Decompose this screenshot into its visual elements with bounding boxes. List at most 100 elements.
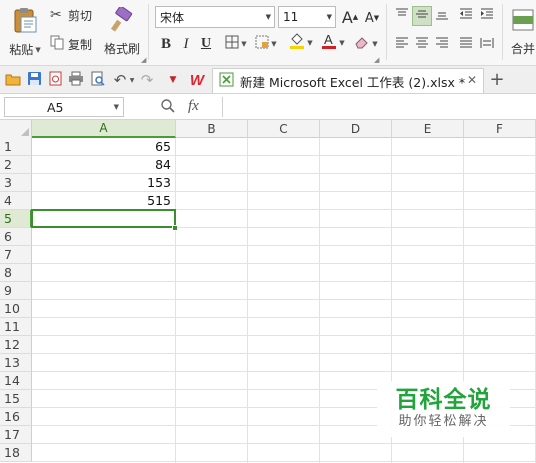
caret-down-icon: ▼ <box>373 14 380 22</box>
dialog-launcher-icon[interactable]: ◢ <box>374 56 379 64</box>
cell-style-button[interactable]: ▼ <box>252 34 280 54</box>
copy-label: 复制 <box>68 37 93 52</box>
table-row <box>32 336 536 354</box>
name-box[interactable]: A5 ▼ <box>4 97 124 117</box>
clear-format-button[interactable]: ▼ <box>352 34 380 54</box>
fill-color-button[interactable]: ▼ <box>286 33 316 53</box>
redo-button[interactable]: ↷ <box>138 71 156 89</box>
bold-button[interactable]: B <box>156 34 176 54</box>
decrease-font-button[interactable]: A ▼ <box>362 8 382 28</box>
cell-a4[interactable]: 515 <box>32 192 175 210</box>
row-header-16[interactable]: 16 <box>0 408 32 426</box>
document-title: 新建 Microsoft Excel 工作表 (2).xlsx * <box>240 74 466 90</box>
brush-icon <box>109 5 135 36</box>
cut-label: 剪切 <box>68 8 93 23</box>
merge-center-button[interactable]: 合并 <box>508 3 536 61</box>
underline-label: U <box>200 36 212 51</box>
copy-icon <box>50 35 68 53</box>
paste-button[interactable]: 粘贴 ▼ <box>4 3 46 61</box>
active-cell-selection[interactable] <box>31 209 176 228</box>
row-header-2[interactable]: 2 <box>0 156 32 174</box>
align-center-button[interactable] <box>412 35 432 55</box>
font-size-select[interactable]: 11 ▼ <box>278 6 336 28</box>
print-button[interactable] <box>67 71 85 89</box>
italic-button[interactable]: I <box>176 34 196 54</box>
row-header-3[interactable]: 3 <box>0 174 32 192</box>
column-header-b[interactable]: B <box>176 120 248 138</box>
fill-handle[interactable] <box>172 225 178 231</box>
dialog-launcher-icon[interactable]: ◢ <box>141 56 146 64</box>
cell-a1[interactable]: 65 <box>32 138 175 156</box>
row-header-9[interactable]: 9 <box>0 282 32 300</box>
zoom-search-icon[interactable] <box>160 98 176 117</box>
fx-button[interactable]: fx <box>188 98 199 115</box>
cell-a3[interactable]: 153 <box>32 174 175 192</box>
customize-quick-access[interactable]: ▼ <box>164 71 182 89</box>
chevron-down-icon: ▼ <box>326 13 332 21</box>
row-header-7[interactable]: 7 <box>0 246 32 264</box>
select-all-corner[interactable] <box>0 120 32 138</box>
align-middle-button[interactable] <box>412 6 432 26</box>
row-header-5[interactable]: 5 <box>0 210 32 228</box>
distribute-button[interactable] <box>477 35 497 55</box>
row-header-10[interactable]: 10 <box>0 300 32 318</box>
distribute-icon <box>480 37 494 53</box>
print-preview-button[interactable] <box>88 71 106 89</box>
row-header-4[interactable]: 4 <box>0 192 32 210</box>
align-bottom-button[interactable] <box>432 6 452 26</box>
row-header-14[interactable]: 14 <box>0 372 32 390</box>
column-header-c[interactable]: C <box>248 120 320 138</box>
row-header-12[interactable]: 12 <box>0 336 32 354</box>
align-left-button[interactable] <box>392 35 412 55</box>
row-header-8[interactable]: 8 <box>0 264 32 282</box>
underline-button[interactable]: U <box>196 34 216 54</box>
cut-button[interactable]: ✂ 剪切 <box>50 5 98 25</box>
column-header-e[interactable]: E <box>392 120 464 138</box>
format-painter-button[interactable]: 格式刷 <box>102 3 142 61</box>
decrease-indent-button[interactable] <box>456 6 476 26</box>
caret-up-icon: ▲ <box>352 13 359 21</box>
copy-button[interactable]: 复制 <box>50 34 100 54</box>
undo-button[interactable]: ↶ <box>111 71 129 89</box>
row-header-13[interactable]: 13 <box>0 354 32 372</box>
borders-button[interactable]: ▼ <box>222 34 250 54</box>
italic-label: I <box>183 35 189 52</box>
table-row <box>32 264 536 282</box>
paste-label: 粘贴 <box>9 43 34 57</box>
redo-icon: ↷ <box>140 71 154 89</box>
undo-dropdown[interactable]: ▼ <box>128 71 136 89</box>
font-name-select[interactable]: 宋体 ▼ <box>155 6 275 28</box>
table-row <box>32 300 536 318</box>
export-pdf-button[interactable] <box>46 71 64 89</box>
decrease-font-label: A <box>364 10 374 26</box>
scissors-icon: ✂ <box>50 7 62 23</box>
wps-logo[interactable]: W <box>187 71 207 89</box>
print-preview-icon <box>90 71 105 89</box>
align-top-button[interactable] <box>392 6 412 26</box>
increase-indent-button[interactable] <box>477 6 497 26</box>
table-row <box>32 444 536 462</box>
row-header-1[interactable]: 1 <box>0 138 32 156</box>
document-tab[interactable]: 新建 Microsoft Excel 工作表 (2).xlsx * ✕ <box>212 68 484 93</box>
justify-button[interactable] <box>456 35 476 55</box>
column-header-a[interactable]: A <box>32 120 176 138</box>
formula-input[interactable] <box>222 97 536 117</box>
row-header-6[interactable]: 6 <box>0 228 32 246</box>
new-tab-button[interactable]: + <box>487 69 507 90</box>
align-right-button[interactable] <box>432 35 452 55</box>
table-row <box>32 246 536 264</box>
row-header-15[interactable]: 15 <box>0 390 32 408</box>
save-button[interactable] <box>25 71 43 89</box>
font-color-button[interactable]: A ▼ <box>318 32 348 53</box>
increase-font-button[interactable]: A ▲ <box>340 7 360 27</box>
watermark: 百科全说 助你轻松解决 <box>377 381 510 437</box>
cell-a2[interactable]: 84 <box>32 156 175 174</box>
printer-icon <box>68 71 84 89</box>
column-header-d[interactable]: D <box>320 120 392 138</box>
row-header-18[interactable]: 18 <box>0 444 32 462</box>
row-header-17[interactable]: 17 <box>0 426 32 444</box>
row-header-11[interactable]: 11 <box>0 318 32 336</box>
open-folder-button[interactable] <box>4 71 22 89</box>
close-tab-button[interactable]: ✕ <box>467 73 477 87</box>
column-header-f[interactable]: F <box>464 120 536 138</box>
